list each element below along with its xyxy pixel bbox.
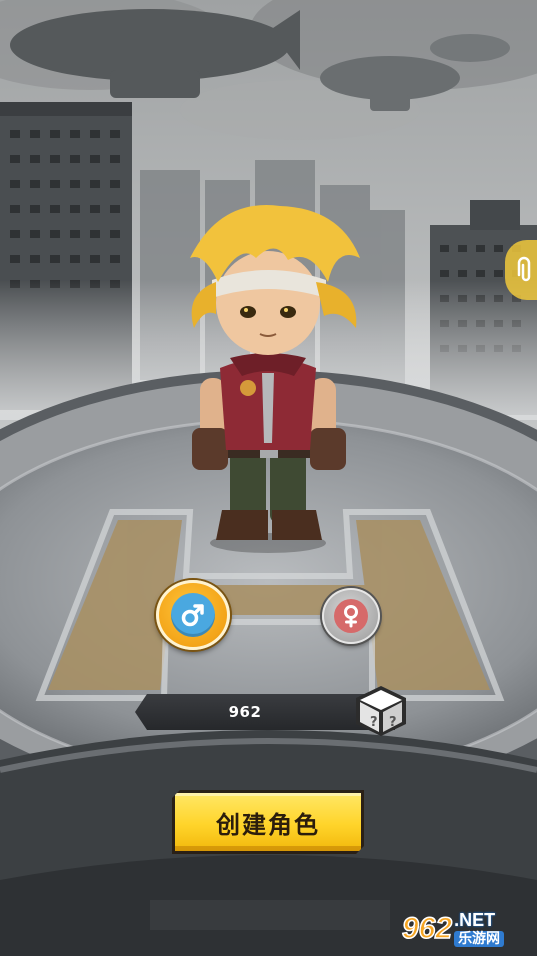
watermark-domain: .NET: [454, 910, 496, 930]
character-avatar: [190, 205, 360, 553]
svg-text:?: ?: [389, 715, 397, 730]
female-symbol-icon: [334, 599, 368, 633]
svg-text:?: ?: [370, 715, 378, 730]
random-name-dice-icon[interactable]: ? ?: [352, 682, 410, 740]
watermark-site-name: 乐游网: [454, 931, 505, 947]
game-scene: 962 ? ? 创建角色 962 .NET 乐游网: [0, 0, 537, 956]
male-symbol-icon: [171, 593, 215, 637]
character-name-text: 962: [228, 703, 262, 721]
paperclip-icon[interactable]: [505, 240, 537, 300]
watermark-number: 962: [401, 911, 453, 946]
female-gender-button[interactable]: [322, 588, 380, 644]
site-watermark: 962 .NET 乐游网: [398, 906, 532, 952]
create-character-label: 创建角色: [216, 810, 320, 839]
watermark-logo: 962 .NET 乐游网: [398, 906, 532, 952]
male-gender-button[interactable]: [156, 580, 230, 650]
create-character-button[interactable]: 创建角色: [172, 790, 364, 854]
